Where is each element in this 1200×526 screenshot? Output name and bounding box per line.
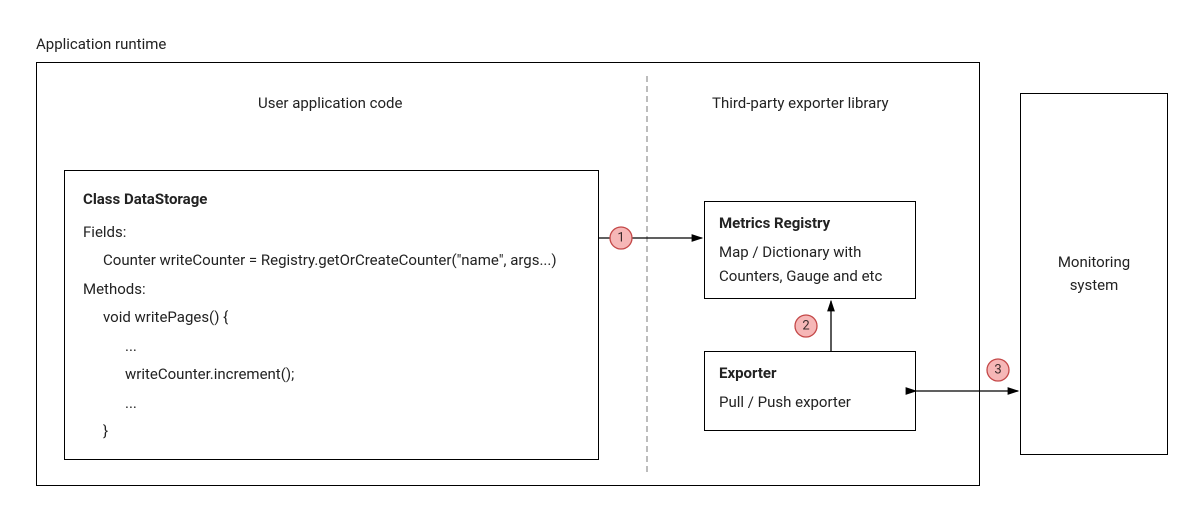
class-datastorage-box: Class DataStorage Fields: Counter writeC… bbox=[64, 170, 599, 460]
metrics-registry-box: Metrics Registry Map / Dictionary with C… bbox=[704, 201, 916, 299]
class-title: Class DataStorage bbox=[83, 185, 582, 214]
user-app-code-title: User application code bbox=[258, 94, 402, 112]
step-3-badge: 3 bbox=[987, 359, 1009, 381]
methods-label: Methods: bbox=[83, 275, 582, 304]
svg-text:3: 3 bbox=[994, 363, 1001, 378]
runtime-label: Application runtime bbox=[36, 35, 166, 53]
exporter-desc: Pull / Push exporter bbox=[719, 391, 901, 414]
code-ellipsis: ... bbox=[83, 332, 582, 361]
brace-close: } bbox=[83, 417, 582, 446]
section-divider bbox=[646, 76, 648, 472]
method-signature: void writePages() { bbox=[83, 303, 582, 332]
fields-label: Fields: bbox=[83, 218, 582, 247]
registry-desc: Map / Dictionary with Counters, Gauge an… bbox=[719, 241, 901, 288]
monitoring-system-box: Monitoring system bbox=[1020, 93, 1168, 455]
exporter-title: Exporter bbox=[719, 362, 901, 385]
third-party-lib-title: Third-party exporter library bbox=[712, 94, 889, 112]
field-declaration: Counter writeCounter = Registry.getOrCre… bbox=[83, 246, 582, 275]
code-ellipsis: ... bbox=[83, 389, 582, 418]
registry-title: Metrics Registry bbox=[719, 212, 901, 235]
monitor-line1: Monitoring bbox=[1058, 253, 1130, 271]
monitor-line2: system bbox=[1070, 276, 1119, 294]
exporter-box: Exporter Pull / Push exporter bbox=[704, 351, 916, 431]
method-body: writeCounter.increment(); bbox=[83, 360, 582, 389]
